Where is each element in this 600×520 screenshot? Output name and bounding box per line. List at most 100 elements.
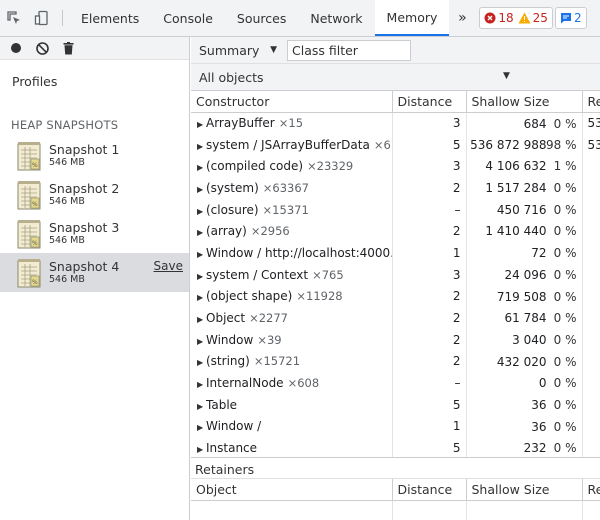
table-row[interactable]: ▶ (object shape) ×11928 2 719 508 0 % <box>191 285 600 308</box>
instance-count: ×15721 <box>253 354 301 369</box>
table-row[interactable]: ▶ArrayBuffer×1536840 %53 <box>191 112 600 134</box>
tab-sources[interactable]: Sources <box>225 0 298 36</box>
issue-badges: 18 25 2 <box>479 0 587 36</box>
retainers-column-shallow-size[interactable]: Shallow Size <box>466 479 583 501</box>
instance-count: ×23329 <box>307 159 354 174</box>
objects-filter-select[interactable]: All objects ▼ <box>191 64 600 91</box>
shallow-size-percent: 0 % <box>553 267 577 282</box>
snapshot-text: Snapshot 4 546 MB <box>49 260 119 285</box>
perspective-select-label: Summary <box>199 42 260 58</box>
heap-snapshot-icon: % <box>17 219 41 249</box>
snapshot-item[interactable]: % Snapshot 2 546 MB <box>0 175 189 214</box>
shallow-size-percent: 0 % <box>553 441 577 456</box>
shallow-size-value: 24 096 <box>504 267 547 282</box>
shallow-size-percent: 0 % <box>553 311 577 326</box>
retainers-column-distance[interactable]: Distance <box>392 479 467 501</box>
constructor-name: (string) <box>206 354 250 369</box>
snapshot-item[interactable]: % Snapshot 1 546 MB <box>0 136 189 175</box>
column-header-shallow-size[interactable]: Shallow Size <box>466 91 583 113</box>
expand-triangle-icon[interactable]: ▶ <box>197 207 206 216</box>
save-snapshot-link[interactable]: Save <box>154 259 183 273</box>
chevron-down-icon: ▼ <box>503 71 510 81</box>
retainers-column-retained-size[interactable]: Re <box>582 479 600 501</box>
expand-triangle-icon[interactable]: ▶ <box>197 358 206 367</box>
snapshot-item[interactable]: % Snapshot 3 546 MB <box>0 214 189 253</box>
profiles-sidebar: Profiles HEAP SNAPSHOTS % Snapshot 1 546 M… <box>0 37 190 520</box>
table-row[interactable]: ▶ Object ×2277 2 61 784 0 % <box>191 307 600 329</box>
snapshot-size: 546 MB <box>49 273 85 285</box>
table-row[interactable]: ▶ Window / http://localhost:4000... 1 72 0 % <box>191 242 600 264</box>
shallow-size-value: 4 106 632 <box>485 159 547 174</box>
retainers-column-object[interactable]: Object <box>191 479 393 501</box>
shallow-size-percent: 0 % <box>553 332 577 347</box>
more-tabs-button[interactable]: » <box>449 0 475 36</box>
snapshot-text: Snapshot 3 546 MB <box>49 221 119 245</box>
shallow-size-percent: 0 % <box>553 419 577 434</box>
record-icon[interactable] <box>10 42 22 54</box>
expand-triangle-icon[interactable]: ▶ <box>197 120 206 129</box>
table-row[interactable]: ▶ Table 5 36 0 % <box>191 393 600 416</box>
table-row[interactable]: ▶ Window ×39 2 3 040 0 % <box>191 328 600 351</box>
device-toolbar-icon[interactable] <box>28 0 56 36</box>
expand-triangle-icon[interactable]: ▶ <box>197 445 206 454</box>
perspective-select[interactable]: Summary ▼ <box>191 43 283 58</box>
table-row[interactable]: ▶ (compiled code) ×23329 3 4 106 632 1 % <box>191 155 600 178</box>
table-row[interactable]: ▶ (array) ×2956 2 1 410 440 0 % <box>191 220 600 243</box>
inspect-element-icon[interactable] <box>0 0 28 36</box>
tab-elements[interactable]: Elements <box>69 0 151 36</box>
expand-triangle-icon[interactable]: ▶ <box>197 337 206 346</box>
svg-text:%: % <box>32 240 38 247</box>
tab-console[interactable]: Console <box>151 0 225 36</box>
instance-count: ×2956 <box>250 224 290 239</box>
shallow-size-percent: 0 % <box>553 289 577 304</box>
shallow-size-percent: 0 % <box>553 376 577 391</box>
column-header-distance[interactable]: Distance <box>392 91 467 113</box>
issues-counter[interactable]: 18 25 <box>479 7 553 29</box>
table-row[interactable]: ▶ Instance 5 232 0 % <box>191 437 600 459</box>
shallow-size-value: 232 <box>523 441 547 456</box>
expand-triangle-icon[interactable]: ▶ <box>197 423 206 432</box>
tab-network[interactable]: Network <box>298 0 374 36</box>
column-header-retained-size[interactable]: Re <box>582 91 600 113</box>
expand-triangle-icon[interactable]: ▶ <box>197 228 206 237</box>
snapshot-text: Snapshot 2 546 MB <box>49 181 120 206</box>
retainers-header-row: Object Distance Shallow Size Re <box>191 479 600 501</box>
shallow-size-value: 61 784 <box>504 311 547 326</box>
expand-triangle-icon[interactable]: ▶ <box>197 185 206 194</box>
expand-triangle-icon[interactable]: ▶ <box>197 272 206 281</box>
snapshot-title: Snapshot 2 <box>49 181 120 196</box>
constructor-cell: ▶ (compiled code) ×23329 <box>191 155 393 178</box>
constructor-name: Window / http://localhost:4000... <box>206 245 392 260</box>
class-filter-input[interactable] <box>287 39 411 61</box>
table-row[interactable]: ▶ (closure) ×15371–450 716 0 % <box>191 198 600 221</box>
messages-counter[interactable]: 2 <box>554 7 587 29</box>
distance-cell: 2 <box>392 307 467 329</box>
table-row[interactable]: ▶ system / Context ×765 3 24 096 0 % <box>191 263 600 286</box>
clear-all-icon[interactable] <box>36 41 49 55</box>
table-row[interactable]: ▶ (string) ×15721 2 432 020 0 % <box>191 350 600 373</box>
table-row[interactable]: ▶ system / JSArrayBufferData ×6 5 536 872 98… <box>191 133 600 156</box>
expand-triangle-icon[interactable]: ▶ <box>197 250 206 259</box>
shallow-size-cell: 232 0 % <box>466 437 583 459</box>
warning-count: 25 <box>518 11 548 25</box>
constructor-name: Table <box>206 397 238 412</box>
expand-triangle-icon[interactable]: ▶ <box>197 163 206 172</box>
table-row[interactable]: ▶ Window /1 36 0 % <box>191 415 600 438</box>
expand-triangle-icon[interactable]: ▶ <box>197 380 206 389</box>
constructor-name: (closure) <box>206 202 259 217</box>
trash-icon[interactable] <box>63 41 74 55</box>
column-header-constructor[interactable]: Constructor <box>191 91 393 113</box>
tab-memory[interactable]: Memory <box>374 0 450 36</box>
retained-size-cell <box>582 328 600 351</box>
expand-triangle-icon[interactable]: ▶ <box>197 142 206 151</box>
expand-triangle-icon[interactable]: ▶ <box>197 293 206 302</box>
table-row[interactable]: ▶ (system) ×63367 2 1 517 284 0 % <box>191 177 600 199</box>
snapshot-item[interactable]: % Snapshot 4 546 MB Save <box>0 253 189 292</box>
shallow-size-cell: 0 0 % <box>466 372 583 394</box>
expand-triangle-icon[interactable]: ▶ <box>197 315 206 324</box>
expand-triangle-icon[interactable]: ▶ <box>197 402 206 411</box>
retained-size-cell: 53 <box>582 133 600 156</box>
table-row[interactable]: ▶ InternalNode ×608–0 0 % <box>191 372 600 394</box>
svg-text:%: % <box>32 201 38 208</box>
constructor-cell: ▶ Table <box>191 393 393 416</box>
